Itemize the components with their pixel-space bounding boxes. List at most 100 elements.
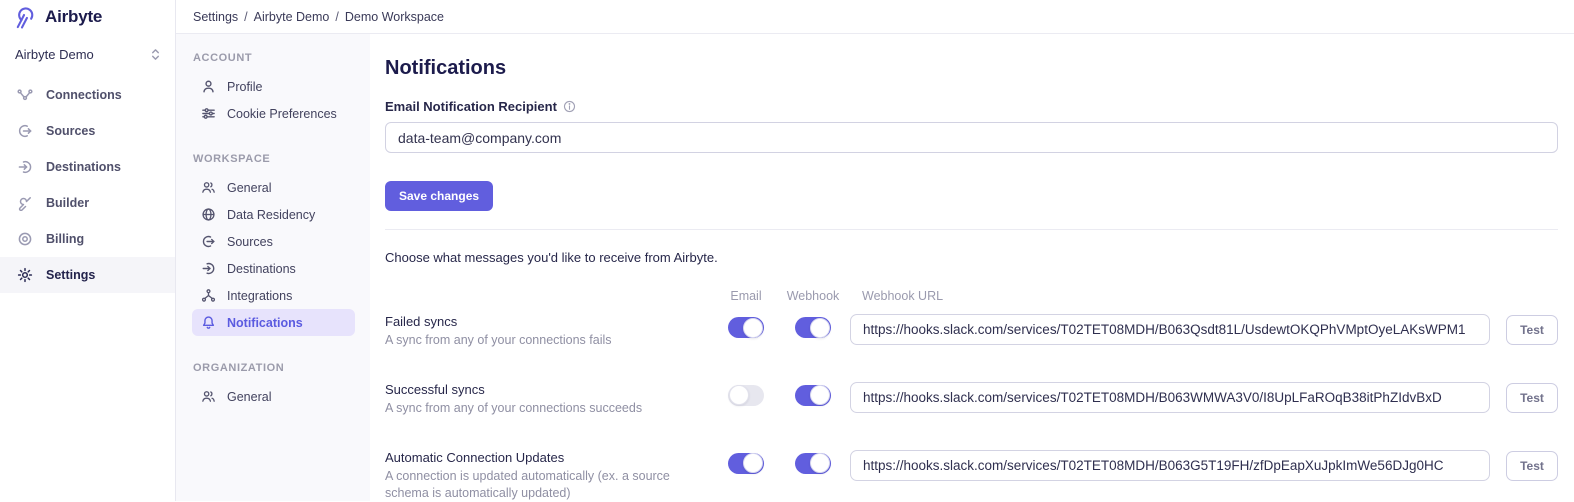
- row-description: Successful syncs A sync from any of your…: [385, 382, 716, 417]
- breadcrumb-separator: /: [335, 10, 338, 24]
- gear-icon: [17, 267, 33, 283]
- email-toggle[interactable]: [728, 317, 764, 338]
- test-webhook-button[interactable]: Test: [1506, 451, 1558, 481]
- sidebar-item-builder[interactable]: Builder: [0, 185, 175, 221]
- column-header-email: Email: [716, 289, 776, 303]
- integrations-icon: [201, 288, 216, 303]
- breadcrumb-demo-workspace[interactable]: Demo Workspace: [345, 10, 444, 24]
- row-subtitle: A sync from any of your connections fail…: [385, 332, 716, 349]
- row-description: Failed syncs A sync from any of your con…: [385, 314, 716, 349]
- sidebar-item-settings[interactable]: Settings: [0, 257, 175, 293]
- sidebar-item-label: Settings: [46, 268, 95, 282]
- sliders-icon: [201, 106, 216, 121]
- section-divider: [385, 229, 1558, 230]
- source-icon: [201, 234, 216, 249]
- settings-nav-item-data-residency[interactable]: Data Residency: [192, 201, 355, 228]
- globe-icon: [201, 207, 216, 222]
- settings-nav: ACCOUNT Profile: [176, 34, 370, 501]
- webhook-toggle[interactable]: [795, 385, 831, 406]
- sidebar-item-label: Billing: [46, 232, 84, 246]
- user-icon: [201, 79, 216, 94]
- sidebar-item-label: Builder: [46, 196, 89, 210]
- settings-nav-item-general-workspace[interactable]: General: [192, 174, 355, 201]
- settings-nav-item-integrations[interactable]: Integrations: [192, 282, 355, 309]
- sidebar-item-billing[interactable]: Billing: [0, 221, 175, 257]
- users-icon: [201, 180, 216, 195]
- settings-nav-label: Sources: [227, 235, 273, 249]
- settings-nav-item-cookie-preferences[interactable]: Cookie Preferences: [192, 100, 355, 127]
- settings-nav-label: General: [227, 181, 271, 195]
- test-webhook-button[interactable]: Test: [1506, 383, 1558, 413]
- row-title: Failed syncs: [385, 314, 716, 329]
- settings-nav-item-sources[interactable]: Sources: [192, 228, 355, 255]
- breadcrumb-airbyte-demo[interactable]: Airbyte Demo: [254, 10, 330, 24]
- connections-icon: [17, 87, 33, 103]
- column-header-webhook-url: Webhook URL: [850, 289, 1490, 303]
- save-changes-button[interactable]: Save changes: [385, 181, 493, 211]
- destination-icon: [201, 261, 216, 276]
- table-row-automatic-connection-updates: Automatic Connection Updates A connectio…: [385, 450, 1558, 502]
- test-webhook-button[interactable]: Test: [1506, 315, 1558, 345]
- info-icon[interactable]: [563, 100, 576, 113]
- workspace-selector-label: Airbyte Demo: [15, 47, 94, 62]
- coin-icon: [17, 231, 33, 247]
- sidebar-item-label: Connections: [46, 88, 122, 102]
- sidebar-item-sources[interactable]: Sources: [0, 113, 175, 149]
- row-subtitle: A sync from any of your connections succ…: [385, 400, 716, 417]
- sort-chevrons-icon: [150, 48, 161, 61]
- primary-sidebar: Airbyte Airbyte Demo Connections: [0, 0, 176, 501]
- settings-nav-label: Profile: [227, 80, 262, 94]
- settings-nav-label: Integrations: [227, 289, 292, 303]
- primary-nav: Connections Sources Dest: [0, 77, 175, 293]
- settings-nav-label: General: [227, 390, 271, 404]
- breadcrumb-separator: /: [244, 10, 247, 24]
- settings-nav-item-notifications[interactable]: Notifications: [192, 309, 355, 336]
- notifications-page: Notifications Email Notification Recipie…: [370, 34, 1574, 501]
- webhook-url-input[interactable]: [850, 450, 1490, 481]
- settings-nav-section-organization: ORGANIZATION: [193, 362, 355, 374]
- settings-nav-section-workspace: WORKSPACE: [193, 153, 355, 165]
- settings-nav-item-destinations[interactable]: Destinations: [192, 255, 355, 282]
- email-toggle[interactable]: [728, 385, 764, 406]
- bell-icon: [201, 315, 216, 330]
- webhook-url-input[interactable]: [850, 314, 1490, 345]
- table-row-failed-syncs: Failed syncs A sync from any of your con…: [385, 314, 1558, 349]
- sidebar-item-destinations[interactable]: Destinations: [0, 149, 175, 185]
- notifications-description: Choose what messages you'd like to recei…: [385, 250, 1558, 265]
- brand-name: Airbyte: [45, 7, 102, 27]
- settings-nav-item-profile[interactable]: Profile: [192, 73, 355, 100]
- webhook-toggle[interactable]: [795, 317, 831, 338]
- email-recipient-input[interactable]: [385, 122, 1558, 153]
- row-description: Automatic Connection Updates A connectio…: [385, 450, 716, 502]
- webhook-url-input[interactable]: [850, 382, 1490, 413]
- notifications-table: Email Webhook Webhook URL Failed syncs A…: [385, 289, 1558, 502]
- table-row-successful-syncs: Successful syncs A sync from any of your…: [385, 382, 1558, 417]
- settings-nav-item-general-organization[interactable]: General: [192, 383, 355, 410]
- settings-nav-label: Data Residency: [227, 208, 315, 222]
- sidebar-item-connections[interactable]: Connections: [0, 77, 175, 113]
- settings-nav-label: Destinations: [227, 262, 296, 276]
- airbyte-octopus-icon: [13, 5, 38, 30]
- settings-nav-label: Cookie Preferences: [227, 107, 337, 121]
- email-recipient-label: Email Notification Recipient: [385, 99, 1558, 114]
- sidebar-item-label: Sources: [46, 124, 95, 138]
- webhook-toggle[interactable]: [795, 453, 831, 474]
- table-header-row: Email Webhook Webhook URL: [385, 289, 1558, 303]
- brand-logo[interactable]: Airbyte: [0, 0, 175, 34]
- destination-icon: [17, 159, 33, 175]
- column-header-webhook: Webhook: [776, 289, 850, 303]
- app-window: Airbyte Airbyte Demo Connections: [0, 0, 1574, 501]
- source-icon: [17, 123, 33, 139]
- wrench-icon: [17, 195, 33, 211]
- users-icon: [201, 389, 216, 404]
- page-title: Notifications: [385, 57, 1558, 80]
- email-toggle[interactable]: [728, 453, 764, 474]
- breadcrumb-settings[interactable]: Settings: [193, 10, 238, 24]
- row-title: Automatic Connection Updates: [385, 450, 716, 465]
- breadcrumb: Settings / Airbyte Demo / Demo Workspace: [176, 0, 1574, 34]
- workspace-selector[interactable]: Airbyte Demo: [0, 34, 175, 73]
- settings-nav-section-account: ACCOUNT: [193, 52, 355, 64]
- sidebar-item-label: Destinations: [46, 160, 121, 174]
- settings-nav-label: Notifications: [227, 316, 303, 330]
- row-subtitle: A connection is updated automatically (e…: [385, 468, 716, 502]
